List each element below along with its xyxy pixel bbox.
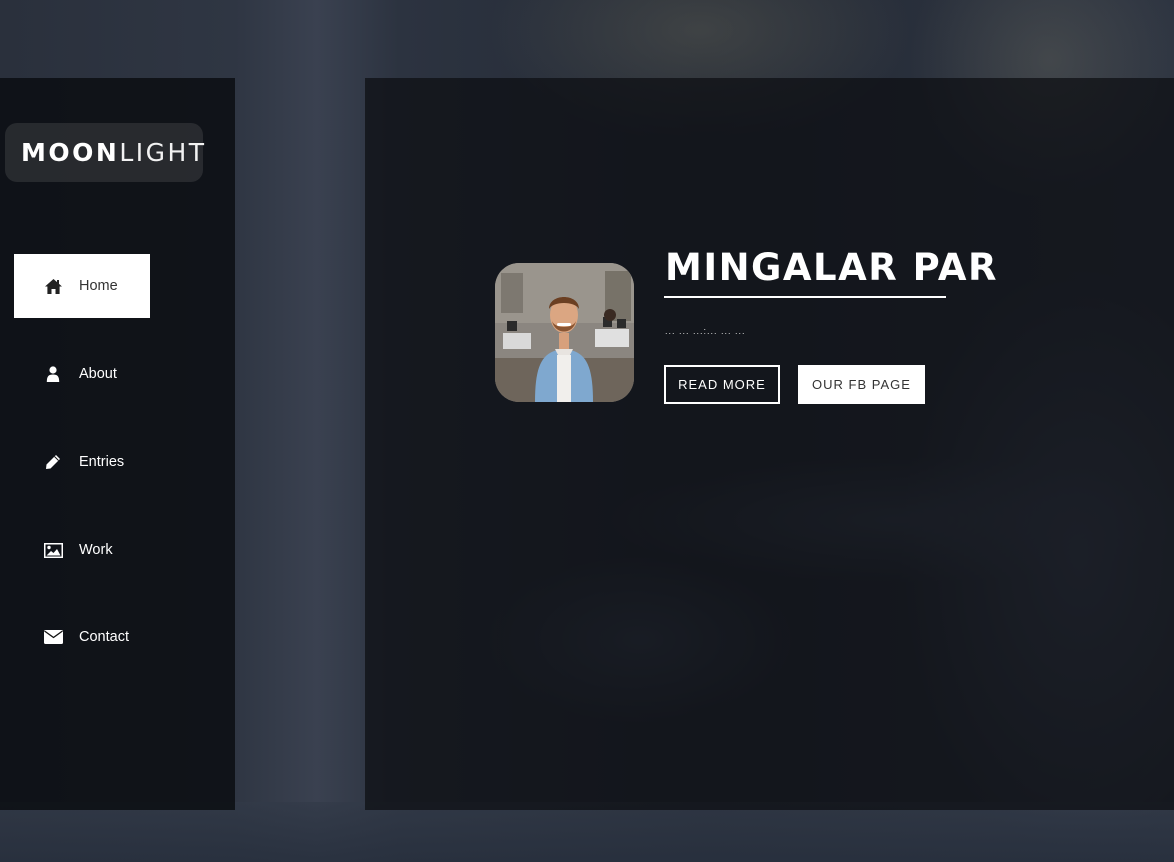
nav-item-label: Work <box>79 542 113 558</box>
nav-item-contact[interactable]: Contact <box>14 605 150 669</box>
image-icon <box>43 541 63 559</box>
main-panel: MINGALAR PAR ... ... ...:... ... ... REA… <box>365 78 1174 810</box>
read-more-button[interactable]: READ MORE <box>664 365 780 404</box>
background-footer-band <box>0 802 1174 862</box>
nav-item-home[interactable]: Home <box>14 254 150 318</box>
user-icon <box>43 365 63 383</box>
home-icon <box>43 277 63 295</box>
envelope-icon <box>43 628 63 646</box>
title-underline <box>664 296 946 298</box>
sidebar: MOON LIGHT Home About Entries Work Conta… <box>0 78 235 810</box>
hero-title: MINGALAR PAR <box>665 246 998 289</box>
nav-item-label: Home <box>79 278 118 294</box>
profile-avatar <box>495 263 634 402</box>
nav-item-entries[interactable]: Entries <box>14 430 150 494</box>
pencil-icon <box>43 453 63 471</box>
nav-item-label: About <box>79 366 117 382</box>
site-logo[interactable]: MOON LIGHT <box>5 123 207 182</box>
hero-subtitle: ... ... ...:... ... ... <box>665 326 746 336</box>
logo-bold-text: MOON <box>21 138 120 167</box>
nav-item-label: Contact <box>79 629 129 645</box>
fb-page-button[interactable]: OUR FB PAGE <box>798 365 925 404</box>
nav-item-about[interactable]: About <box>14 342 150 406</box>
nav-item-label: Entries <box>79 454 125 470</box>
logo-light-text: LIGHT <box>119 138 207 167</box>
nav-item-work[interactable]: Work <box>14 518 150 582</box>
